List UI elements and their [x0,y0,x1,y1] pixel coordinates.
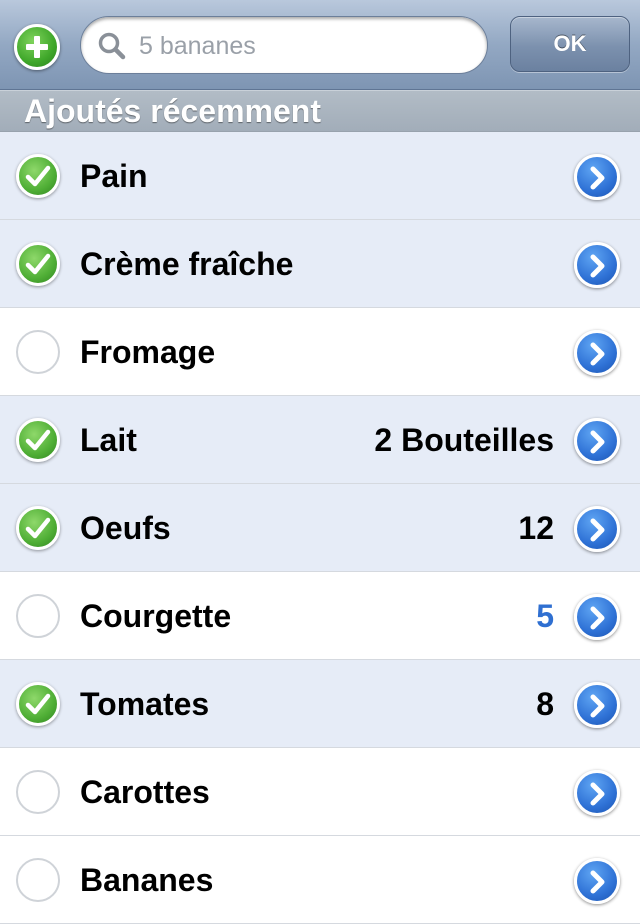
checkmark-icon[interactable] [16,242,60,286]
search-field[interactable] [80,16,488,74]
item-name: Lait [80,422,137,458]
checkmark-icon[interactable] [16,682,60,726]
chevron-right-icon[interactable] [574,770,620,816]
search-input[interactable] [137,27,471,65]
chevron-right-icon[interactable] [574,594,620,640]
list-item[interactable]: Tomates 8 [0,660,640,748]
chevron-right-icon[interactable] [574,418,620,464]
chevron-right-icon[interactable] [574,242,620,288]
empty-checkbox-icon[interactable] [16,594,60,638]
grocery-list: Pain Crème fraîche Fromage Lait 2 Bouteilles… [0,132,640,924]
item-name: Courgette [80,598,232,634]
item-name: Fromage [80,334,216,370]
item-name: Crème fraîche [80,246,294,282]
checkmark-icon[interactable] [16,506,60,550]
section-title: Ajoutés récemment [24,93,321,129]
item-name: Carottes [80,774,210,810]
chevron-right-icon[interactable] [574,682,620,728]
checkmark-icon[interactable] [16,418,60,462]
item-quantity: 12 [518,510,554,546]
item-quantity: 8 [536,686,554,722]
chevron-right-icon[interactable] [574,154,620,200]
ok-button[interactable]: OK [510,16,630,72]
section-header: Ajoutés récemment [0,90,640,132]
list-item[interactable]: Bananes [0,836,640,924]
list-item[interactable]: Crème fraîche [0,220,640,308]
item-name: Oeufs [80,510,171,546]
list-item[interactable]: Pain [0,132,640,220]
chevron-right-icon[interactable] [574,330,620,376]
navigation-bar: OK [0,0,640,90]
checkmark-icon[interactable] [16,154,60,198]
empty-checkbox-icon[interactable] [16,770,60,814]
item-name: Bananes [80,862,214,898]
list-item[interactable]: Carottes [0,748,640,836]
item-quantity: 2 Bouteilles [374,422,554,458]
item-name: Tomates [80,686,210,722]
chevron-right-icon[interactable] [574,858,620,904]
item-quantity: 5 [536,598,554,634]
item-name: Pain [80,158,148,194]
chevron-right-icon[interactable] [574,506,620,552]
list-item[interactable]: Fromage [0,308,640,396]
add-item-button[interactable] [14,24,60,70]
search-icon [98,32,126,60]
list-item[interactable]: Oeufs 12 [0,484,640,572]
empty-checkbox-icon[interactable] [16,330,60,374]
empty-checkbox-icon[interactable] [16,858,60,902]
list-item[interactable]: Courgette 5 [0,572,640,660]
list-item[interactable]: Lait 2 Bouteilles [0,396,640,484]
plus-icon [26,36,48,58]
